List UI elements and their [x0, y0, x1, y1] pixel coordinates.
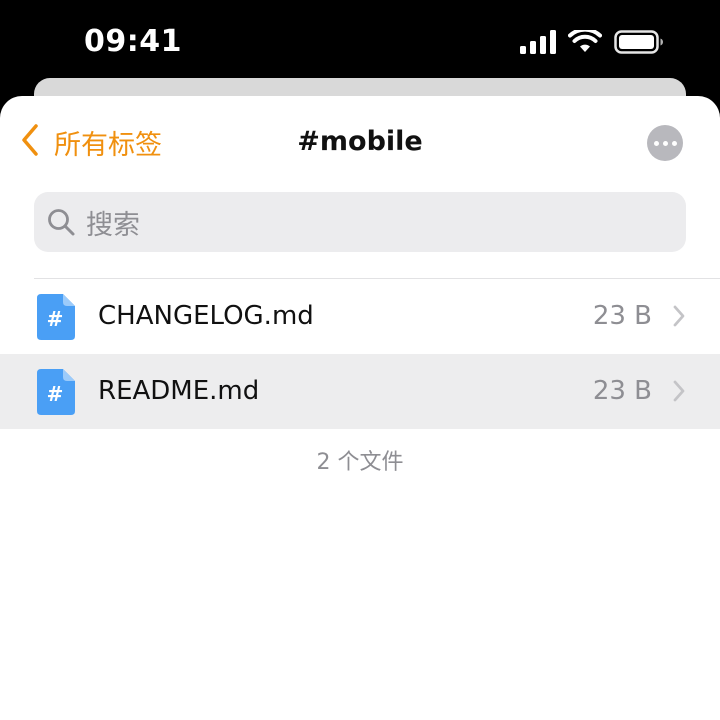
screen: 09:41 所有标签 #mobile 搜索 # CHANGELOG.md 23 …	[0, 0, 720, 720]
navigation-bar: 所有标签 #mobile	[0, 96, 720, 190]
status-time: 09:41	[84, 24, 182, 59]
ellipsis-icon	[653, 140, 659, 146]
file-size: 23 B	[592, 301, 652, 331]
svg-text:#: #	[47, 307, 64, 331]
search-icon	[46, 207, 76, 237]
svg-text:#: #	[47, 382, 64, 406]
page-title: #mobile	[297, 126, 423, 157]
battery-icon	[614, 30, 664, 54]
file-name: README.md	[98, 376, 260, 406]
file-name: CHANGELOG.md	[98, 301, 314, 331]
more-button[interactable]	[647, 125, 683, 161]
markdown-file-icon: #	[37, 294, 75, 340]
cellular-signal-icon	[520, 30, 558, 54]
list-item[interactable]: # README.md 23 B	[0, 354, 720, 429]
status-bar: 09:41	[0, 0, 720, 86]
tag-sheet: 所有标签 #mobile 搜索 # CHANGELOG.md 23 B # RE…	[0, 96, 720, 720]
markdown-file-icon: #	[37, 369, 75, 415]
search-placeholder: 搜索	[86, 209, 140, 241]
status-icons	[520, 30, 664, 54]
chevron-right-icon	[672, 304, 686, 328]
chevron-right-icon	[672, 379, 686, 403]
wifi-icon	[568, 30, 602, 54]
file-size: 23 B	[592, 376, 652, 406]
list-item[interactable]: # CHANGELOG.md 23 B	[0, 279, 720, 354]
search-input[interactable]: 搜索	[34, 192, 686, 252]
file-count: 2 个文件	[316, 450, 404, 475]
